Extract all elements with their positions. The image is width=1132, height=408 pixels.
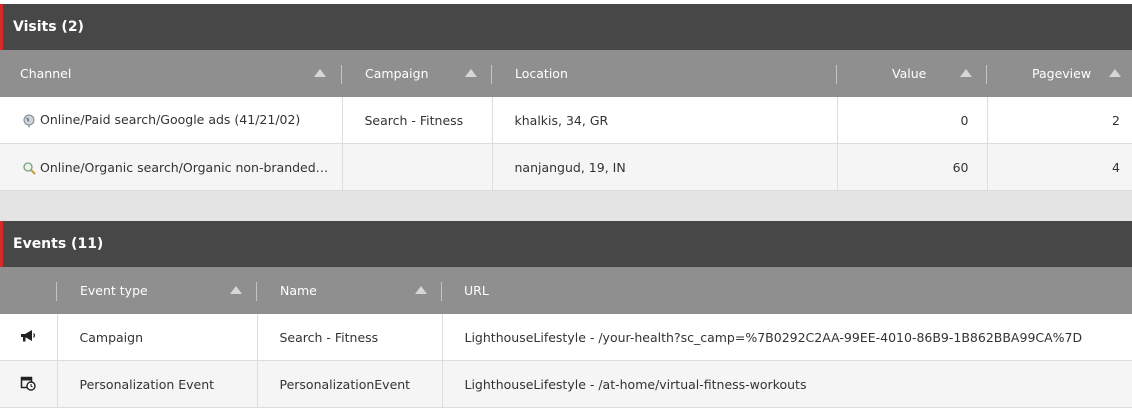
column-label: Event type [80, 283, 148, 298]
column-label: Pageview [1032, 66, 1092, 81]
column-header-name[interactable]: Name [257, 267, 442, 314]
calendar-clock-icon [21, 376, 36, 391]
events-table: Event type Name URL Campaign Search - Fi… [0, 267, 1132, 408]
visits-header-row: Channel Campaign Location Value Pageview [0, 50, 1132, 97]
sort-ascending-icon[interactable] [465, 69, 477, 77]
column-label: Value [892, 66, 927, 81]
events-section-title: Events (11) [0, 221, 1132, 267]
table-row[interactable]: Online/Organic search/Organic non-brande… [0, 143, 1132, 191]
column-label: Location [515, 66, 568, 81]
column-header-event-type[interactable]: Event type [57, 267, 257, 314]
magnifier-icon [23, 161, 36, 175]
column-label: URL [464, 283, 489, 298]
channel-text: Online/Paid search/Google ads (41/21/02) [40, 112, 301, 128]
event-type-cell: Campaign [57, 314, 258, 361]
events-header-row: Event type Name URL [0, 267, 1132, 314]
url-cell: LighthouseLifestyle - /at-home/virtual-f… [442, 360, 1132, 408]
value-cell: 0 [837, 97, 988, 144]
event-icon-cell [0, 360, 58, 408]
channel-cell: Online/Paid search/Google ads (41/21/02) [0, 97, 343, 144]
column-header-campaign[interactable]: Campaign [342, 50, 492, 97]
column-header-channel[interactable]: Channel [0, 50, 342, 97]
sort-ascending-icon[interactable] [1109, 69, 1121, 77]
sort-ascending-icon[interactable] [314, 69, 326, 77]
event-icon-cell [0, 314, 58, 361]
campaign-cell [342, 143, 493, 191]
name-cell: Search - Fitness [257, 314, 443, 361]
visits-table: Channel Campaign Location Value Pageview [0, 50, 1132, 191]
location-cell: khalkis, 34, GR [492, 97, 838, 144]
value-cell: 60 [837, 143, 988, 191]
url-cell: LighthouseLifestyle - /your-health?sc_ca… [442, 314, 1132, 361]
pageview-cell: 2 [987, 97, 1132, 144]
column-header-location[interactable]: Location [492, 50, 837, 97]
channel-cell: Online/Organic search/Organic non-brande… [0, 143, 343, 191]
table-row[interactable]: Personalization Event PersonalizationEve… [0, 360, 1132, 408]
sort-ascending-icon[interactable] [960, 69, 972, 77]
table-row[interactable]: Online/Paid search/Google ads (41/21/02)… [0, 97, 1132, 144]
event-type-cell: Personalization Event [57, 360, 258, 408]
name-cell: PersonalizationEvent [257, 360, 443, 408]
pageview-cell: 4 [987, 143, 1132, 191]
sort-ascending-icon[interactable] [230, 286, 242, 294]
column-label: Channel [20, 66, 72, 81]
campaign-cell: Search - Fitness [342, 97, 493, 144]
column-header-url[interactable]: URL [442, 267, 1132, 314]
table-row[interactable]: Campaign Search - Fitness LighthouseLife… [0, 314, 1132, 361]
channel-text: Online/Organic search/Organic non-brande… [40, 160, 330, 175]
sort-ascending-icon[interactable] [415, 286, 427, 294]
globe-icon [23, 114, 35, 128]
column-label: Campaign [365, 66, 429, 81]
megaphone-icon [21, 329, 36, 341]
visits-section-title: Visits (2) [0, 4, 1132, 50]
section-spacer [0, 191, 1132, 221]
column-label: Name [280, 283, 317, 298]
column-header-icon[interactable] [0, 267, 57, 314]
column-header-pageview[interactable]: Pageview [987, 50, 1132, 97]
column-header-value[interactable]: Value [837, 50, 987, 97]
location-cell: nanjangud, 19, IN [492, 143, 838, 191]
